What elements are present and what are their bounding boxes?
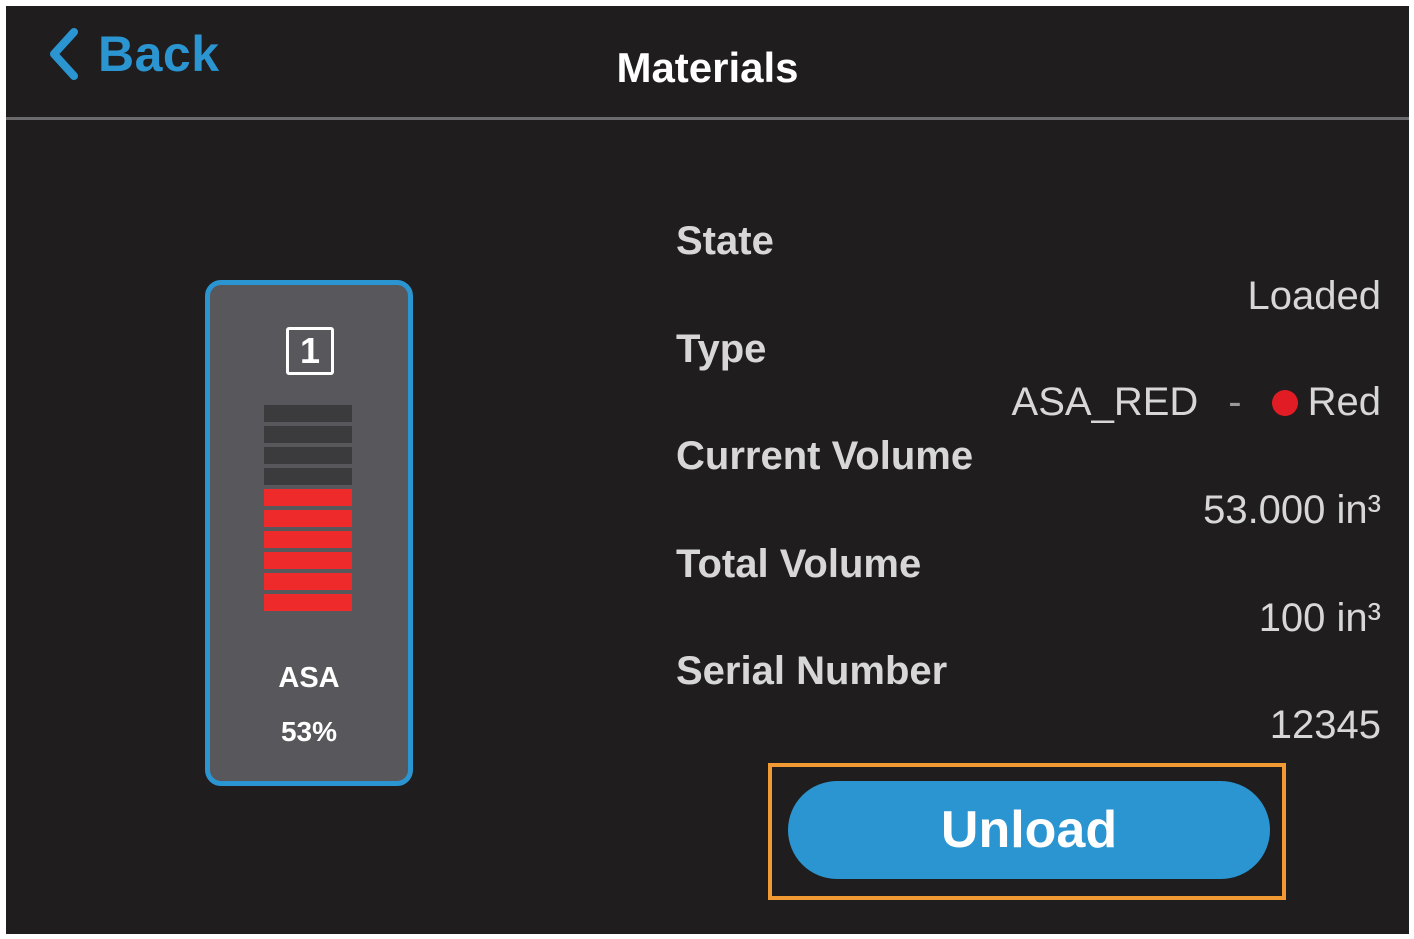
- slot-number-badge: 1: [286, 327, 334, 375]
- current-volume-label: Current Volume: [676, 434, 974, 478]
- gauge-segment: [264, 468, 352, 485]
- material-color: Red: [1271, 380, 1381, 425]
- gauge-segment: [264, 552, 352, 569]
- serial-number-label: Serial Number: [676, 649, 948, 693]
- gauge-segment: [264, 489, 352, 506]
- material-cartridge-card[interactable]: 1 ASA 53%: [205, 280, 413, 786]
- page-title: Materials: [616, 44, 799, 91]
- total-volume-value: 100 in³: [1258, 596, 1381, 640]
- total-volume-label: Total Volume: [676, 542, 922, 586]
- serial-number-value: 12345: [1269, 703, 1381, 747]
- gauge-segment: [264, 426, 352, 443]
- state-label: State: [676, 219, 774, 263]
- gauge-segment: [264, 447, 352, 464]
- gauge-segment: [264, 405, 352, 422]
- gauge-segment: [264, 531, 352, 548]
- gauge-segment: [264, 594, 352, 611]
- current-volume-value: 53.000 in³: [1203, 488, 1381, 532]
- cartridge-fill-percent: 53%: [280, 716, 338, 747]
- state-value: Loaded: [1247, 274, 1381, 318]
- type-label: Type: [676, 327, 767, 371]
- type-value: ASA_RED: [1011, 380, 1199, 424]
- fill-level-gauge: [264, 405, 352, 615]
- materials-screen: Back Materials 1 ASA 53% State Loaded Ty…: [6, 6, 1409, 934]
- cartridge-material: ASA: [278, 662, 340, 694]
- color-name: Red: [1307, 380, 1381, 424]
- gauge-segment: [264, 510, 352, 527]
- gauge-segment: [264, 573, 352, 590]
- header-bar: Back Materials: [6, 6, 1409, 120]
- color-dot-icon: [1271, 389, 1298, 416]
- unload-highlight-frame: Unload: [768, 763, 1286, 900]
- type-value-row: ASA_RED - Red: [1012, 380, 1381, 425]
- unload-button[interactable]: Unload: [788, 781, 1270, 879]
- type-separator: -: [1228, 380, 1242, 424]
